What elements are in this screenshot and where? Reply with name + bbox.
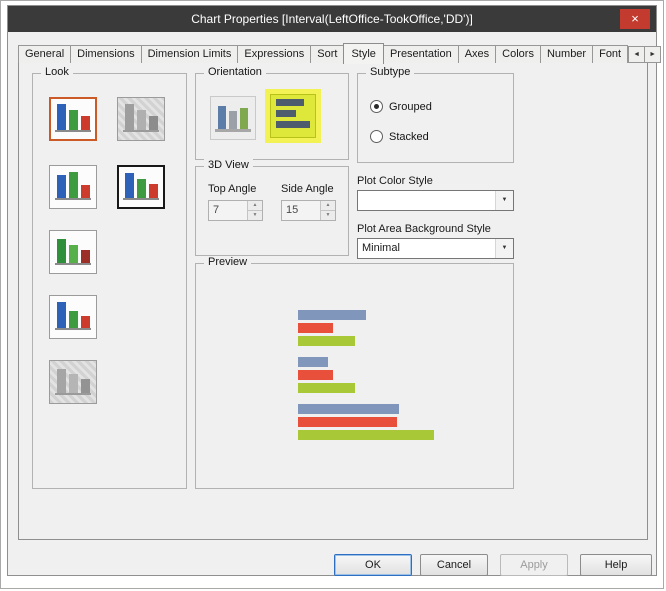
preview-bar-blue [298, 404, 399, 414]
tab-axes[interactable]: Axes [457, 45, 497, 63]
radio-stacked[interactable]: Stacked [370, 130, 429, 143]
preview-bar-group [298, 357, 434, 393]
tab-number[interactable]: Number [539, 45, 594, 63]
preview-bar-blue [298, 357, 328, 367]
tab-dimension-limits[interactable]: Dimension Limits [140, 45, 239, 63]
tab-colors[interactable]: Colors [495, 45, 541, 63]
look-thumbnail-2-disabled[interactable] [117, 97, 165, 141]
ok-button[interactable]: OK [334, 554, 412, 576]
help-button[interactable]: Help [580, 554, 652, 576]
tab-style[interactable]: Style [343, 43, 384, 64]
look-thumbnail-5[interactable] [49, 230, 97, 274]
dropdown-arrow-icon[interactable]: ▼ [495, 191, 513, 210]
subtype-group: Subtype Grouped Stacked [357, 66, 514, 163]
look-thumbnail-7-disabled[interactable] [49, 360, 97, 404]
close-icon[interactable]: × [620, 9, 650, 29]
preview-bar-red [298, 370, 333, 380]
look-thumbnail-3[interactable] [49, 165, 97, 209]
top-angle-value: 7 [213, 204, 220, 216]
tab-presentation[interactable]: Presentation [382, 45, 459, 63]
preview-bar-red [298, 417, 397, 427]
look-group: Look [32, 66, 187, 489]
tab-scroll-left-icon[interactable]: ◄ [628, 46, 646, 63]
spinner-down-icon[interactable]: ▼ [248, 211, 262, 220]
tab-expressions[interactable]: Expressions [237, 45, 312, 63]
subtype-group-label: Subtype [366, 66, 415, 78]
apply-button[interactable]: Apply [500, 554, 568, 576]
bar-chart-icon-gray [121, 100, 161, 139]
style-tab-page: Look Orientation 3D View Top Angle 7 ▲ ▼… [18, 62, 648, 540]
side-angle-value: 15 [286, 204, 299, 216]
side-angle-spin-buttons: ▲ ▼ [320, 201, 335, 220]
3d-view-group-label: 3D View [204, 159, 253, 171]
look-thumbnail-4-framed[interactable] [117, 165, 165, 209]
tab-general[interactable]: General [18, 45, 72, 63]
bar-chart-icon [53, 100, 93, 139]
orientation-group: Orientation [195, 66, 349, 160]
orientation-horizontal-button[interactable] [270, 94, 316, 138]
preview-bar-red [298, 323, 333, 333]
top-angle-spin-buttons: ▲ ▼ [247, 201, 262, 220]
preview-bar-green [298, 383, 355, 393]
screenshot: Chart Properties [Interval(LeftOffice-To… [0, 0, 664, 589]
look-thumbnail-1-selected[interactable] [49, 97, 97, 141]
horizontal-bars-icon [273, 95, 313, 138]
side-angle-spinner[interactable]: 15 ▲ ▼ [281, 200, 336, 221]
spinner-down-icon[interactable]: ▼ [321, 211, 335, 220]
dropdown-arrow-icon[interactable]: ▼ [495, 239, 513, 258]
preview-bar-group [298, 404, 434, 440]
radio-grouped[interactable]: Grouped [370, 100, 432, 113]
spinner-up-icon[interactable]: ▲ [321, 201, 335, 211]
radio-grouped-label: Grouped [389, 100, 432, 113]
bar-chart-icon [121, 168, 161, 207]
orientation-group-label: Orientation [204, 66, 266, 78]
preview-chart [298, 310, 434, 451]
radio-selected-icon [370, 100, 383, 113]
radio-stacked-label: Stacked [389, 130, 429, 143]
spinner-up-icon[interactable]: ▲ [248, 201, 262, 211]
bar-chart-icon-gray [53, 363, 93, 402]
plot-color-style-label: Plot Color Style [357, 175, 433, 187]
preview-group-label: Preview [204, 256, 252, 268]
plot-area-background-style-label: Plot Area Background Style [357, 223, 491, 235]
look-thumbnail-6[interactable] [49, 295, 97, 339]
cancel-button[interactable]: Cancel [420, 554, 488, 576]
chart-properties-dialog: Chart Properties [Interval(LeftOffice-To… [7, 5, 662, 576]
preview-bar-green [298, 430, 434, 440]
tab-sort[interactable]: Sort [310, 45, 345, 63]
look-group-label: Look [41, 66, 73, 78]
radio-unselected-icon [370, 130, 383, 143]
tab-strip: General Dimensions Dimension Limits Expr… [18, 41, 662, 64]
tab-font[interactable]: Font [592, 45, 629, 63]
preview-bar-blue [298, 310, 366, 320]
preview-group: Preview [195, 256, 514, 489]
tab-scroll-right-icon[interactable]: ► [644, 46, 662, 63]
preview-bar-group [298, 310, 434, 346]
plot-area-background-style-value: Minimal [362, 242, 400, 254]
bar-chart-icon [53, 168, 93, 207]
preview-bar-green [298, 336, 355, 346]
window-title: Chart Properties [Interval(LeftOffice-To… [191, 12, 473, 26]
side-angle-label: Side Angle [281, 183, 334, 195]
tab-dimensions[interactable]: Dimensions [70, 45, 142, 63]
top-angle-spinner[interactable]: 7 ▲ ▼ [208, 200, 263, 221]
title-bar: Chart Properties [Interval(LeftOffice-To… [8, 6, 656, 32]
3d-view-group: 3D View Top Angle 7 ▲ ▼ Side Angle 15 ▲ … [195, 159, 349, 256]
plot-area-background-style-dropdown[interactable]: Minimal ▼ [357, 238, 514, 259]
bar-chart-icon [53, 298, 93, 337]
bar-chart-icon-green [53, 233, 93, 272]
plot-color-style-dropdown[interactable]: ▼ [357, 190, 514, 211]
top-angle-label: Top Angle [208, 183, 257, 195]
vertical-bars-icon [213, 98, 253, 139]
orientation-vertical-button[interactable] [210, 96, 256, 140]
tab-scroll-buttons: ◄ ► [628, 46, 662, 63]
